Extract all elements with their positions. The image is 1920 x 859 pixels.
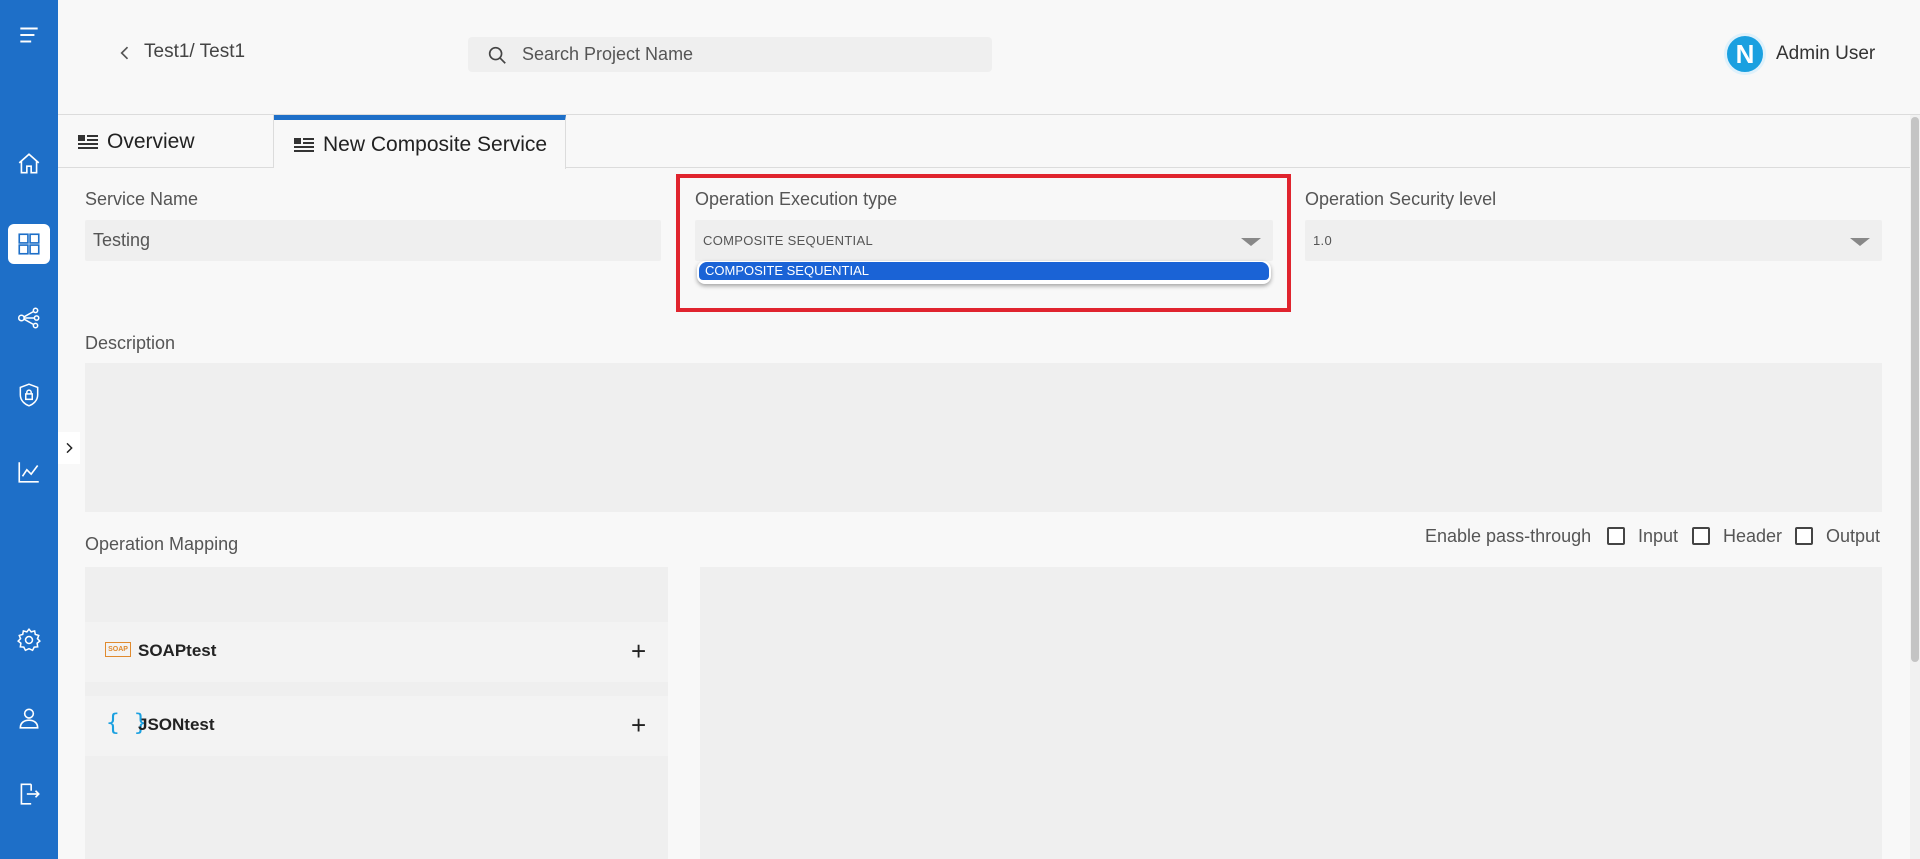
dashboard-icon[interactable] xyxy=(0,222,58,266)
security-level-select[interactable]: 1.0 xyxy=(1305,220,1882,261)
avatar[interactable]: N xyxy=(1724,33,1766,75)
service-name-label: Service Name xyxy=(85,189,199,209)
tab-label: Overview xyxy=(107,129,195,153)
mapping-canvas[interactable] xyxy=(700,567,1882,859)
share-nodes-icon[interactable] xyxy=(0,296,58,340)
document-icon xyxy=(78,134,98,149)
breadcrumb[interactable]: Test1/ Test1 xyxy=(144,41,245,63)
user-icon[interactable] xyxy=(0,696,58,740)
search-input[interactable] xyxy=(522,37,982,72)
security-level-value: 1.0 xyxy=(1313,233,1332,248)
tab-overview[interactable]: Overview xyxy=(58,115,274,168)
output-checkbox-label: Output xyxy=(1826,526,1881,546)
back-icon[interactable] xyxy=(114,40,136,66)
pass-through-label: Enable pass-through xyxy=(1425,526,1592,546)
exec-type-label: Operation Execution type xyxy=(695,189,898,209)
service-name: JSONtest xyxy=(138,715,215,734)
header-checkbox-label: Header xyxy=(1723,526,1783,546)
description-label: Description xyxy=(85,333,176,353)
exec-type-select[interactable]: COMPOSITE SEQUENTIAL xyxy=(695,220,1273,261)
scrollbar[interactable] xyxy=(1910,115,1920,859)
security-level-label: Operation Security level xyxy=(1305,189,1497,209)
chevron-down-icon xyxy=(1850,238,1870,246)
input-checkbox[interactable] xyxy=(1607,527,1625,545)
search-bar xyxy=(468,37,992,72)
service-name-field[interactable]: Testing xyxy=(85,220,661,261)
service-name-value: Testing xyxy=(93,230,151,250)
shield-lock-icon[interactable] xyxy=(0,373,58,417)
operation-mapping-label: Operation Mapping xyxy=(85,534,239,554)
header-checkbox[interactable] xyxy=(1692,527,1710,545)
search-icon xyxy=(488,46,506,64)
user-name[interactable]: Admin User xyxy=(1776,43,1875,65)
gear-icon[interactable] xyxy=(0,618,58,662)
chevron-down-icon xyxy=(1241,238,1261,246)
scrollbar-thumb[interactable] xyxy=(1911,117,1919,662)
exec-type-value: COMPOSITE SEQUENTIAL xyxy=(703,233,873,248)
output-checkbox[interactable] xyxy=(1795,527,1813,545)
menu-icon[interactable] xyxy=(0,13,58,57)
list-item[interactable]: { } JSONtest + xyxy=(85,696,668,756)
add-icon[interactable]: + xyxy=(631,712,646,738)
input-checkbox-label: Input xyxy=(1638,526,1679,546)
tab-bar: Overview New Composite Service xyxy=(58,115,1920,169)
document-icon xyxy=(294,137,314,152)
soap-icon: SOAP xyxy=(105,642,131,657)
service-name: SOAPtest xyxy=(138,641,217,660)
top-header: Test1/ Test1 N Admin User xyxy=(58,0,1920,115)
chart-line-icon[interactable] xyxy=(0,450,58,494)
logout-icon[interactable] xyxy=(0,772,58,816)
home-icon[interactable] xyxy=(0,142,58,186)
add-icon[interactable]: + xyxy=(631,638,646,664)
chevron-right-icon[interactable] xyxy=(58,432,80,464)
list-item[interactable]: SOAP SOAPtest + xyxy=(85,622,668,682)
description-textarea[interactable] xyxy=(85,363,1882,512)
tab-new-composite-service[interactable]: New Composite Service xyxy=(274,115,566,169)
left-rail xyxy=(0,0,58,859)
dropdown-option[interactable]: COMPOSITE SEQUENTIAL xyxy=(699,262,1269,280)
tab-label: New Composite Service xyxy=(323,132,548,156)
exec-type-dropdown: COMPOSITE SEQUENTIAL xyxy=(697,261,1271,284)
